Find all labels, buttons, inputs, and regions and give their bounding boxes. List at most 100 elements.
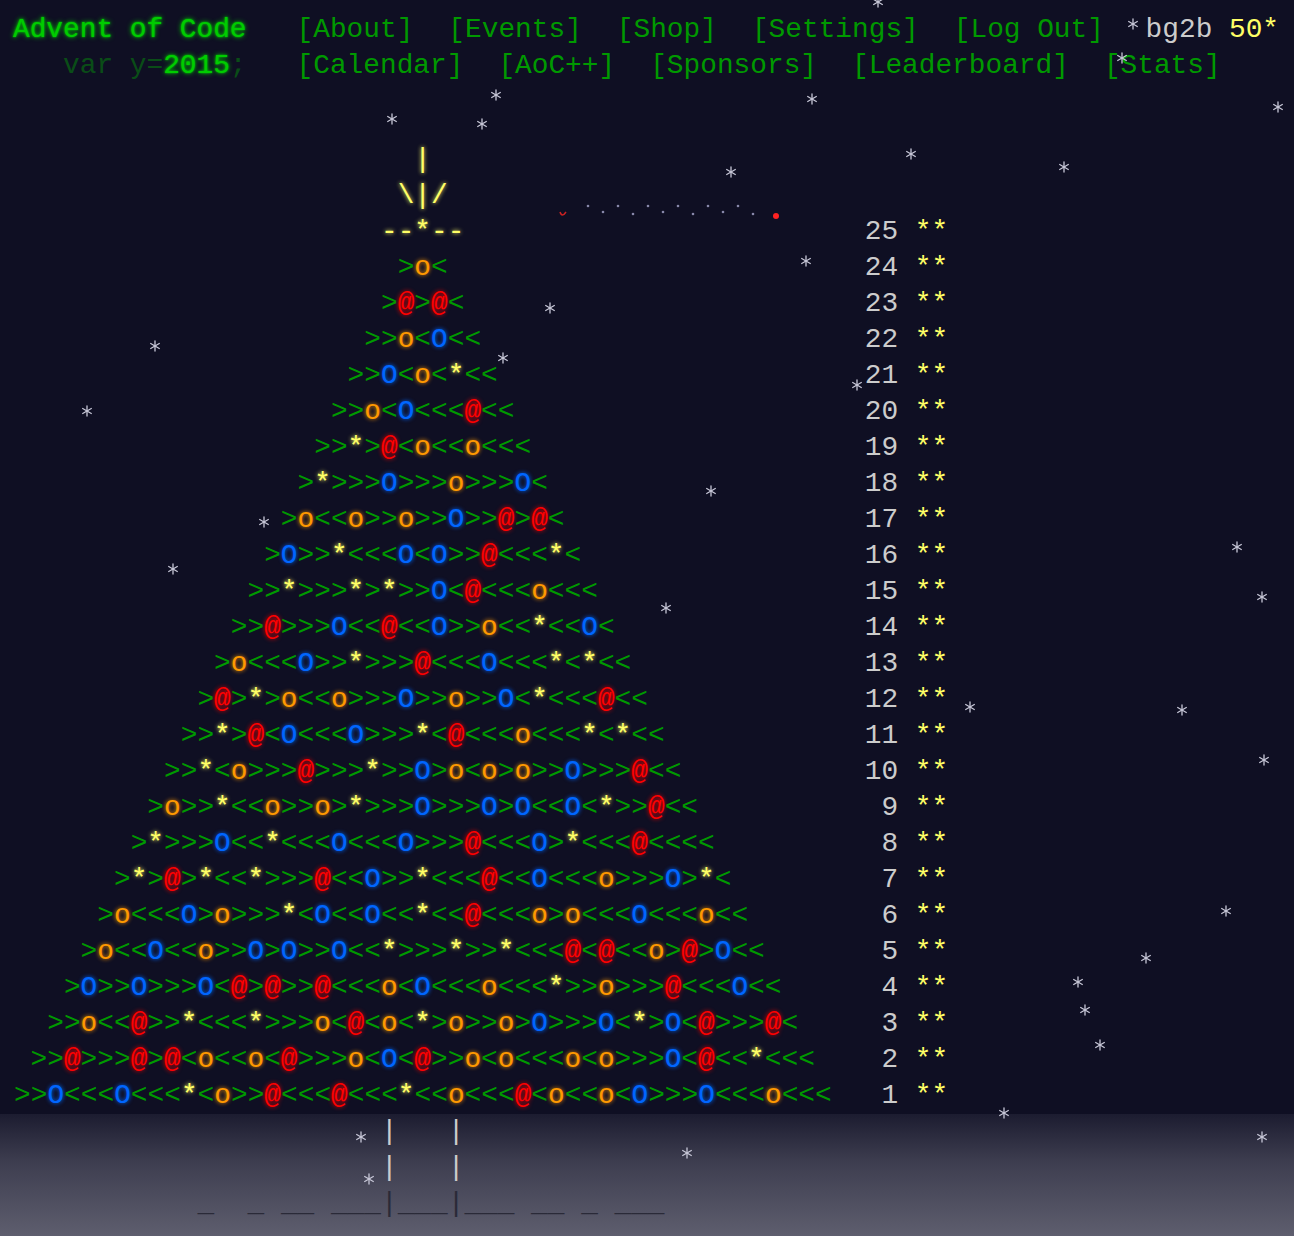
calendar-day[interactable]: >>O<o<*<<21** [14,358,1294,394]
ornament: < [331,504,348,535]
ornament: < [514,648,531,679]
calendar-day[interactable]: >O>>*<<<O<O>>@<<<*<16** [14,538,1294,574]
ornament: < [131,936,148,967]
ornament: < [398,900,415,931]
year-value: 2015 [163,48,230,84]
ornament: > [281,756,298,787]
day-number: 18 [865,466,898,502]
calendar-day[interactable]: >>O<<<O<<<*<o>>@<<<@<<<*<<o<<<@<o<<o<O>>… [14,1078,1294,1114]
user-name[interactable]: bg2b [1146,12,1213,48]
ornament: < [565,576,582,607]
snowflake-icon [1258,754,1270,766]
calendar-day[interactable]: --*--25** [14,214,1294,250]
ornament: o [565,900,582,931]
ornament: < [298,1080,315,1111]
ornament: > [64,1008,81,1039]
ornament: @ [698,1044,715,1075]
calendar-day[interactable]: >o<<O<<o>>O>O>>O<<*>>>*>>*<<<@<@<<o>@>O<… [14,934,1294,970]
calendar-day[interactable]: >>@>>>O<<@<<O>>o<<*<<O<14** [14,610,1294,646]
ornament: * [214,720,231,751]
site-title[interactable]: Advent of Code [13,12,247,48]
calendar-day[interactable]: >o<<o>>o>>O>>@>@<17** [14,502,1294,538]
calendar-day[interactable]: >@>*>o<<o>>>O>>o>>O<*<<<@<<12** [14,682,1294,718]
ornament: * [314,468,331,499]
ornament: > [681,864,698,895]
nav-link[interactable]: [Events] [448,12,581,48]
nav-link[interactable]: [Log Out] [954,12,1104,48]
ornament: > [181,972,198,1003]
day-number: 10 [865,754,898,790]
nav-link[interactable]: [About] [297,12,414,48]
calendar-day[interactable]: >>*<o>>>@>>>*>>O>o<o>o>>O>>>@<<10** [14,754,1294,790]
day-stars: ** [915,1006,948,1042]
calendar-day[interactable]: >>*>@<O<<<O>>>*<@<<<o<<<*<*<<11** [14,718,1294,754]
nav-link[interactable]: [Sponsors] [650,48,817,84]
ornament: > [464,504,481,535]
ornament: < [481,1080,498,1111]
ornament: > [381,324,398,355]
ornament: o [548,1080,565,1111]
year-label[interactable]: var y=2015; [13,48,247,84]
ornament: > [381,756,398,787]
ornament: > [164,1008,181,1039]
calendar-day[interactable]: >>*>>>*>*>>O<@<<<o<<<15** [14,574,1294,610]
ornament: < [598,648,615,679]
ornament: > [231,684,248,715]
nav-link[interactable]: [Stats] [1104,48,1221,84]
tree-art: --*-- [14,214,831,250]
ground: | || |_ _ __ ___|___|___ __ _ ___ [0,1114,1294,1236]
calendar-day[interactable]: >*>>>O<<*<<<O<<<O>>>@<<<O>*<<<@<<<<8** [14,826,1294,862]
ornament: > [331,576,348,607]
ornament: @ [665,972,682,1003]
ornament: < [431,360,448,391]
ornament: * [181,1080,198,1111]
snowflake-icon [1058,161,1070,173]
ornament: > [414,504,431,535]
ornament: @ [765,1008,782,1039]
ornament: < [214,1044,231,1075]
ornament: > [298,612,315,643]
calendar-day[interactable]: >>o<O<<<@<<20** [14,394,1294,430]
nav-link[interactable]: [Shop] [617,12,717,48]
ornament: > [631,972,648,1003]
ornament: O [331,936,348,967]
calendar-day[interactable]: >o>>*<<o>>o>*>>>O>>>O>O<<O<*>>@<<9** [14,790,1294,826]
nav-link[interactable]: [Leaderboard] [852,48,1069,84]
calendar-day[interactable]: >*>>>O>>>o>>>O<18** [14,466,1294,502]
ornament: > [581,972,598,1003]
ornament: > [314,648,331,679]
ornament: < [331,900,348,931]
snowflake-icon [355,1131,367,1143]
calendar-day[interactable]: >@>@<23** [14,286,1294,322]
nav-link[interactable]: [AoC++] [498,48,615,84]
calendar-day[interactable]: >o<24** [14,250,1294,286]
nav-link[interactable]: [Calendar] [297,48,464,84]
calendar-day[interactable]: >*>@>*<<*>>>@<<O>>*<<<@<<O<<<o>>>O>*<7** [14,862,1294,898]
snowflake-icon [1256,1131,1268,1143]
day-stars: ** [915,430,948,466]
ornament: @ [331,1080,348,1111]
ornament: @ [131,1044,148,1075]
tree-topper: | [14,142,1294,178]
nav-link[interactable]: [Settings] [752,12,919,48]
ornament: < [231,792,248,823]
ornament: @ [264,1080,281,1111]
day-number: 3 [865,1006,898,1042]
calendar-day[interactable]: >o<<<O>o>>>*<O<<O<<*<<@<<<o>o<<<O<<<o<<6… [14,898,1294,934]
calendar-day[interactable]: >>o<<@>>*<<<*>>>o<@<o<*>o>>o>O>>>O<*>O<@… [14,1006,1294,1042]
ornament: > [665,936,682,967]
ornament: > [448,540,465,571]
calendar-day[interactable]: >>@>>>@>@<o<<o<@>>>o<O<@>>o<o<<<o<o>>>O<… [14,1042,1294,1078]
ornament: O [81,972,98,1003]
calendar-day[interactable]: >o<<<O>>*>>>@<<<O<<<*<*<<13** [14,646,1294,682]
ornament: < [264,720,281,751]
ornament: < [114,936,131,967]
calendar-day[interactable]: >>*>@<o<<o<<<19** [14,430,1294,466]
day-number: 12 [865,682,898,718]
calendar-day[interactable]: >O>>O>>>O<@>@>>@<<<o<O<<<o<<<*>>o>>>@<<<… [14,970,1294,1006]
calendar-day[interactable]: >>o<O<<22** [14,322,1294,358]
snowflake-icon [167,563,179,575]
ornament: * [364,756,381,787]
ornament: < [231,1008,248,1039]
ornament: > [264,936,281,967]
